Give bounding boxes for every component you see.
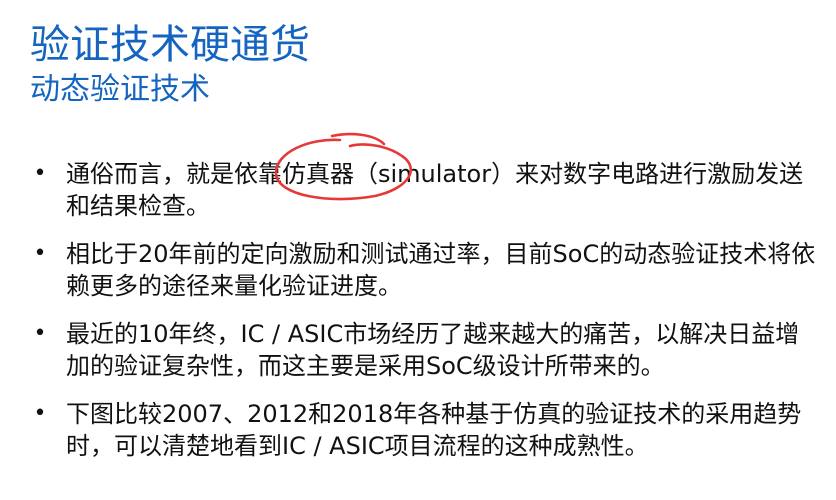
slide: 验证技术硬通货 动态验证技术 • 通俗而言，就是依靠仿真器（simulator）… — [0, 0, 836, 500]
slide-title: 验证技术硬通货 — [30, 22, 310, 68]
slide-subtitle: 动态验证技术 — [30, 72, 210, 107]
bullet-dot-icon: • — [33, 241, 47, 266]
bullet-item-3: • 最近的10年终，IC / ASIC市场经历了越来越大的痛苦，以解决日益增加的… — [28, 318, 818, 382]
bullet-list: • 通俗而言，就是依靠仿真器（simulator）来对数字电路进行激励发送和结果… — [28, 158, 818, 478]
bullet-text-3: 最近的10年终，IC / ASIC市场经历了越来越大的痛苦，以解决日益增加的验证… — [66, 320, 800, 380]
bullet-item-1: • 通俗而言，就是依靠仿真器（simulator）来对数字电路进行激励发送和结果… — [28, 158, 818, 222]
bullet-text-4: 下图比较2007、2012和2018年各种基于仿真的验证技术的采用趋势时，可以清… — [66, 400, 802, 460]
bullet-text-2: 相比于20年前的定向激励和测试通过率，目前SoC的动态验证技术将依赖更多的途径来… — [66, 240, 816, 300]
bullet-text-1: 通俗而言，就是依靠仿真器（simulator）来对数字电路进行激励发送和结果检查… — [66, 160, 804, 220]
bullet-item-2: • 相比于20年前的定向激励和测试通过率，目前SoC的动态验证技术将依赖更多的途… — [28, 238, 818, 302]
bullet-dot-icon: • — [33, 161, 47, 186]
bullet-item-4: • 下图比较2007、2012和2018年各种基于仿真的验证技术的采用趋势时，可… — [28, 398, 818, 462]
bullet-dot-icon: • — [33, 321, 47, 346]
bullet-dot-icon: • — [33, 401, 47, 426]
